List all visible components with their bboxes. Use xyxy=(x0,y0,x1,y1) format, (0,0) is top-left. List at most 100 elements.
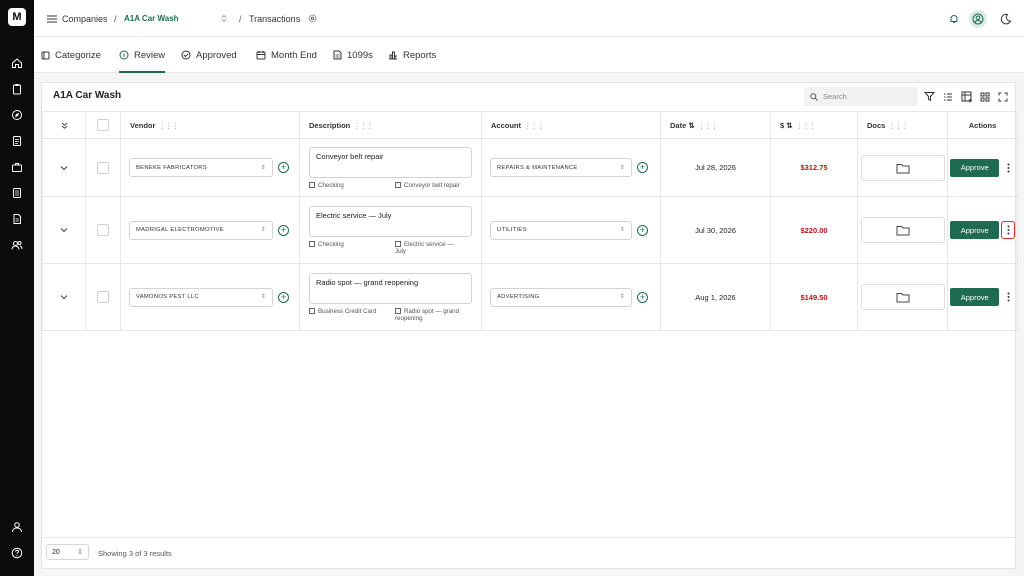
more-options-icon[interactable] xyxy=(1001,288,1015,306)
date-cell: Aug 1, 2026 xyxy=(660,263,771,331)
row-checkbox[interactable] xyxy=(97,161,109,174)
transaction-meta: Checking Electric service — July xyxy=(309,240,472,255)
vendor-select[interactable]: MADRIGAL ELECTROMOTIVE ⇕ xyxy=(129,220,273,240)
vendor-select[interactable]: BENEKE FABRICATORS ⇕ xyxy=(129,158,273,177)
breadcrumb-companies[interactable]: Companies xyxy=(62,0,108,37)
account-select[interactable]: REPAIRS & MAINTENANCE ⇕ xyxy=(490,158,632,177)
approve-button[interactable]: Approve xyxy=(950,221,1000,239)
filter-icon[interactable] xyxy=(923,90,936,103)
compass-icon[interactable] xyxy=(9,107,25,123)
sort-icon[interactable]: ⇅ xyxy=(786,121,792,130)
credit-card-icon xyxy=(309,307,315,314)
profile-avatar[interactable] xyxy=(969,0,987,37)
sidebar: M xyxy=(0,0,34,576)
table-settings-icon[interactable] xyxy=(960,90,973,103)
account-column-header[interactable]: Account ⋮⋮⋮ xyxy=(481,111,661,139)
description-field[interactable]: Conveyor belt repair xyxy=(309,146,472,178)
clipboard-icon[interactable] xyxy=(9,81,25,97)
tab-label: 1099s xyxy=(347,49,373,61)
drag-handle-icon[interactable]: ⋮⋮⋮ xyxy=(796,121,816,130)
page-size-value: 20 xyxy=(52,548,60,556)
chevron-down-icon[interactable] xyxy=(43,165,85,171)
dark-mode-icon[interactable] xyxy=(1000,0,1012,37)
add-vendor-button[interactable]: + xyxy=(278,224,289,236)
bank-icon xyxy=(309,240,315,247)
add-account-button[interactable]: + xyxy=(637,162,648,173)
bell-icon[interactable] xyxy=(949,0,959,37)
docs-column-header[interactable]: Docs ⋮⋮⋮ xyxy=(857,111,948,139)
fullscreen-icon[interactable] xyxy=(996,90,1009,103)
tab-label: Categorize xyxy=(55,49,101,61)
description-field[interactable]: Radio spot — grand reopening xyxy=(309,272,472,304)
app-logo[interactable]: M xyxy=(8,8,26,26)
drag-handle-icon[interactable]: ⋮⋮⋮ xyxy=(698,121,718,130)
payment-label: Checking xyxy=(318,181,344,189)
date-column-header[interactable]: Date ⇅ ⋮⋮⋮ xyxy=(660,111,771,139)
expand-all-header[interactable] xyxy=(42,111,86,139)
drag-handle-icon[interactable]: ⋮⋮⋮ xyxy=(888,121,908,130)
vendor-value: BENEKE FABRICATORS xyxy=(136,164,207,171)
grid-view-icon[interactable] xyxy=(978,90,991,103)
briefcase-icon[interactable] xyxy=(9,159,25,175)
approve-button[interactable]: Approve xyxy=(950,288,1000,306)
page-size-select[interactable]: 20 ⇕ xyxy=(46,544,89,560)
drag-handle-icon[interactable]: ⋮⋮⋮ xyxy=(158,121,178,130)
tab-1099s[interactable]: 1099s xyxy=(333,37,373,73)
tab-review[interactable]: Review xyxy=(119,37,165,73)
docs-upload[interactable] xyxy=(860,217,945,243)
more-options-icon[interactable] xyxy=(1001,221,1015,239)
chevron-down-icon[interactable] xyxy=(43,294,85,300)
row-checkbox[interactable] xyxy=(97,224,109,236)
list-view-icon[interactable] xyxy=(941,90,954,103)
account-select[interactable]: ADVERTISING ⇕ xyxy=(490,287,632,307)
select-all-checkbox[interactable] xyxy=(97,119,109,131)
menu-icon[interactable] xyxy=(47,0,57,37)
search-box[interactable] xyxy=(804,87,918,106)
description-column-header[interactable]: Description ⋮⋮⋮ xyxy=(299,111,482,139)
review-icon xyxy=(119,50,129,60)
tab-month-end[interactable]: Month End xyxy=(256,37,317,73)
add-vendor-button[interactable]: + xyxy=(278,162,289,173)
sort-icon[interactable]: ⇅ xyxy=(688,121,694,130)
approve-button[interactable]: Approve xyxy=(950,158,1000,177)
row-checkbox[interactable] xyxy=(97,291,109,303)
description-field[interactable]: Electric service — July xyxy=(309,205,472,237)
add-account-button[interactable]: + xyxy=(637,224,648,236)
add-vendor-button[interactable]: + xyxy=(278,291,289,303)
vendor-column-header[interactable]: Vendor ⋮⋮⋮ xyxy=(120,111,300,139)
amount-column-header[interactable]: $ ⇅ ⋮⋮⋮ xyxy=(770,111,858,139)
docs-upload[interactable] xyxy=(860,284,945,310)
company-selector-chevron-icon[interactable] xyxy=(221,0,227,37)
drag-handle-icon[interactable]: ⋮⋮⋮ xyxy=(353,121,373,130)
breadcrumb-separator: / xyxy=(239,13,242,24)
expand-cell xyxy=(42,196,86,264)
vendor-select[interactable]: VAMONOS PEST LLC ⇕ xyxy=(129,287,273,307)
drag-handle-icon[interactable]: ⋮⋮⋮ xyxy=(524,121,544,130)
tab-bar: Categorize Review Approved Month End 109… xyxy=(34,37,1024,73)
chevron-down-icon[interactable] xyxy=(43,227,85,233)
check-circle-icon xyxy=(181,50,191,60)
table-row: VAMONOS PEST LLC ⇕ + Radio spot — grand re… xyxy=(42,263,1018,331)
account-select[interactable]: UTILITIES ⇕ xyxy=(490,220,632,240)
table-row: MADRIGAL ELECTROMOTIVE ⇕ + Electric servic… xyxy=(42,196,1018,264)
tab-categorize[interactable]: Categorize xyxy=(41,37,101,73)
company-selector[interactable]: A1A Car Wash xyxy=(124,0,179,37)
payment-source: Checking xyxy=(309,181,395,189)
home-icon[interactable] xyxy=(9,55,25,71)
collapse-all-icon[interactable] xyxy=(43,121,85,130)
select-all-header xyxy=(85,111,121,139)
tab-reports[interactable]: Reports xyxy=(388,37,436,73)
settings-icon[interactable] xyxy=(308,0,317,37)
memo-label: Conveyor belt repair xyxy=(404,181,460,189)
tab-approved[interactable]: Approved xyxy=(181,37,237,73)
more-options-icon[interactable] xyxy=(1001,159,1015,177)
report-icon[interactable] xyxy=(9,211,25,227)
docs-upload[interactable] xyxy=(860,154,945,181)
users-icon[interactable] xyxy=(9,237,25,253)
user-icon[interactable] xyxy=(9,519,25,535)
document-icon[interactable] xyxy=(9,133,25,149)
ledger-icon[interactable] xyxy=(9,185,25,201)
add-account-button[interactable]: + xyxy=(637,291,648,303)
search-input[interactable] xyxy=(823,92,903,101)
help-icon[interactable] xyxy=(9,545,25,561)
